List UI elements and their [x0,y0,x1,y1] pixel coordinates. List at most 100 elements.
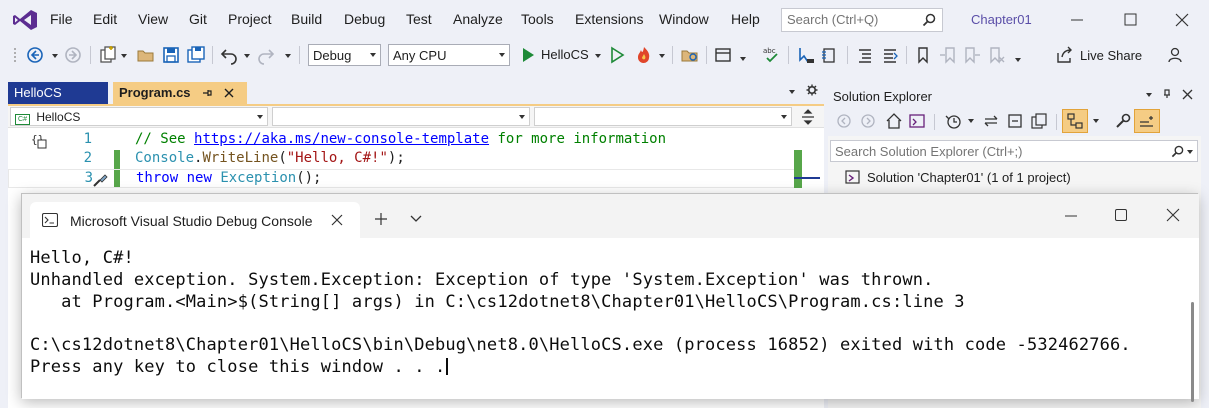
redo-dropdown-icon[interactable] [285,54,291,58]
hot-reload-icon[interactable] [634,45,654,65]
menu-git[interactable]: Git [189,11,207,27]
browse-folder-icon[interactable] [680,45,700,65]
close-panel-icon[interactable] [1182,89,1193,100]
visual-studio-logo-icon[interactable] [12,9,38,31]
close-tab-icon[interactable] [223,87,235,99]
save-all-icon[interactable] [186,45,206,65]
live-share-icon[interactable] [1055,45,1075,65]
menu-tools[interactable]: Tools [521,11,554,27]
previous-bookmark-icon[interactable] [938,45,958,65]
feedback-icon[interactable] [1166,45,1186,65]
link-token[interactable]: https://aka.ms/new-console-template [194,131,489,147]
close-icon[interactable] [1167,6,1197,34]
solution-explorer-search[interactable] [830,140,1198,162]
navigate-back-icon[interactable] [25,45,45,65]
pin-icon[interactable] [1161,88,1173,100]
start-without-debugging-icon[interactable] [607,45,627,65]
pending-changes-filter-icon[interactable] [944,112,962,130]
chevron-down-icon[interactable] [410,214,422,224]
console-scrollbar[interactable] [1191,302,1194,402]
split-editor-icon[interactable] [800,109,816,125]
maximize-icon[interactable] [1115,6,1145,34]
global-search-box[interactable] [781,8,943,32]
home-icon[interactable] [885,112,903,130]
bookmark-icon[interactable] [913,45,933,65]
clear-bookmarks-icon[interactable] [986,45,1006,65]
toolbar-separator [299,46,300,64]
solution-name-badge[interactable]: Chapter01 [971,12,1032,27]
menu-test[interactable]: Test [406,11,432,27]
menu-analyze[interactable]: Analyze [453,11,503,27]
save-icon[interactable] [161,45,181,65]
toolbar-separator [934,114,935,130]
start-debugging-icon[interactable] [518,45,538,65]
menu-extensions[interactable]: Extensions [575,11,643,27]
type-dropdown[interactable] [272,107,530,126]
maximize-icon[interactable] [1112,206,1130,224]
undo-dropdown-icon[interactable] [244,54,250,58]
undo-icon[interactable] [219,45,239,65]
switch-views-icon[interactable] [908,112,926,130]
back-icon[interactable] [836,113,852,129]
new-tab-icon[interactable] [374,212,388,226]
spell-check-icon[interactable]: abc [762,45,782,65]
menu-debug[interactable]: Debug [344,11,385,27]
back-dropdown-icon[interactable] [52,54,58,58]
menu-project[interactable]: Project [228,11,272,27]
step-over-icon[interactable] [820,45,840,65]
new-project-icon[interactable] [98,45,118,65]
forward-icon[interactable] [860,113,876,129]
toolbar-overflow-icon[interactable] [1015,58,1021,62]
menu-window[interactable]: Window [659,11,709,27]
window-layout-icon[interactable] [713,45,733,65]
collapse-block-icon[interactable]: {} [30,132,48,150]
toggle-dropdown-icon[interactable] [1093,119,1099,123]
step-into-icon[interactable] [796,45,816,65]
next-bookmark-icon[interactable] [962,45,982,65]
search-options-dropdown-icon[interactable] [1187,150,1193,154]
menu-help[interactable]: Help [731,11,760,27]
navigate-forward-icon[interactable] [63,45,83,65]
window-position-dropdown-icon[interactable] [1146,93,1152,97]
tab-list-dropdown-icon[interactable] [789,90,795,94]
hot-reload-dropdown-icon[interactable] [659,54,665,58]
member-dropdown[interactable] [534,107,792,126]
console-output[interactable]: Hello, C#! Unhandled exception. System.E… [22,238,1199,402]
global-search-input[interactable] [787,12,917,27]
solution-configuration-select[interactable]: Debug [308,44,381,66]
show-all-files-icon[interactable] [1030,112,1048,130]
layout-dropdown-icon[interactable] [740,57,746,61]
collapse-all-icon[interactable] [1006,112,1024,130]
properties-wrench-icon[interactable] [1114,112,1132,130]
tab-hellocs[interactable]: HelloCS [8,82,108,104]
run-target-label[interactable]: HelloCS [541,47,589,62]
menu-edit[interactable]: Edit [93,11,117,27]
settings-gear-icon[interactable] [806,84,818,96]
run-target-dropdown-icon[interactable] [595,54,601,58]
minimize-icon[interactable] [1062,208,1080,224]
minimize-icon[interactable] [1062,6,1092,34]
uncomment-lines-icon[interactable] [880,45,900,65]
filter-dropdown-icon[interactable] [968,119,974,123]
menu-build[interactable]: Build [291,11,322,27]
redo-icon[interactable] [256,45,276,65]
console-tab[interactable]: Microsoft Visual Studio Debug Console [30,202,360,238]
project-dropdown[interactable]: C# HelloCS [10,107,268,126]
open-folder-icon[interactable] [136,45,156,65]
menu-file[interactable]: File [50,11,73,27]
menu-view[interactable]: View [138,11,168,27]
close-icon[interactable] [1164,206,1182,224]
scrollbar-caret-marker [794,177,820,179]
solution-explorer-search-input[interactable] [835,144,1165,159]
pin-icon[interactable] [201,87,213,99]
sync-with-document-icon[interactable] [982,112,1000,130]
preview-selected-items-toggle[interactable] [1062,109,1088,133]
new-project-dropdown-icon[interactable] [121,54,127,58]
comment-lines-icon[interactable] [855,45,875,65]
solution-platform-select[interactable]: Any CPU [388,44,510,66]
preview-toggle[interactable] [1134,109,1160,133]
tab-program-cs[interactable]: Program.cs [113,82,247,104]
live-share-label[interactable]: Live Share [1080,48,1142,63]
quick-actions-screwdriver-icon[interactable] [91,171,109,189]
close-tab-icon[interactable] [331,214,343,226]
